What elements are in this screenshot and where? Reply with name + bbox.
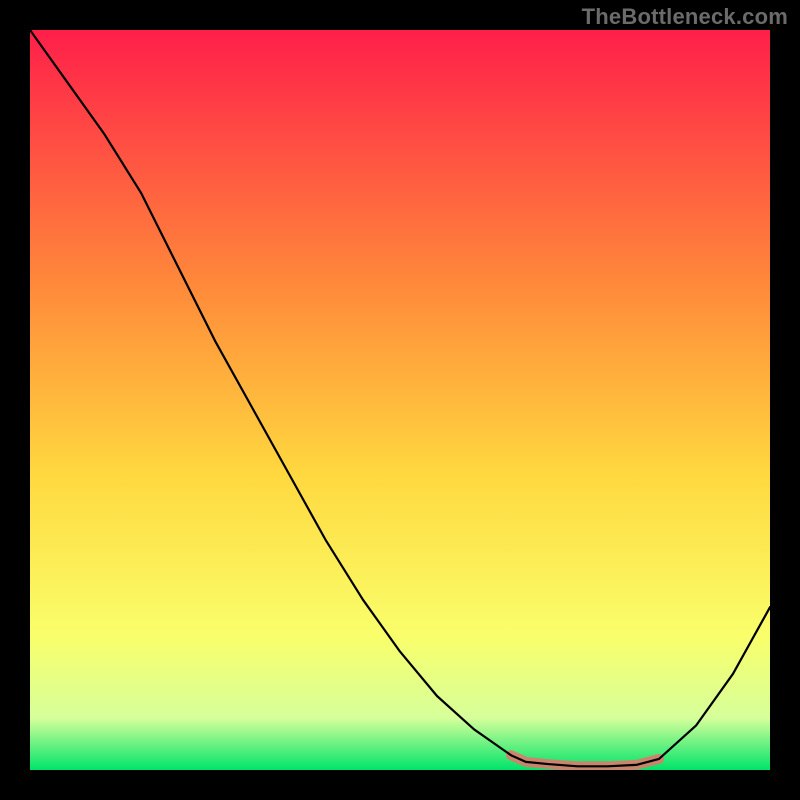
watermark-text: TheBottleneck.com (582, 4, 788, 30)
chart-frame: TheBottleneck.com (0, 0, 800, 800)
gradient-background (30, 30, 770, 770)
bottleneck-chart (30, 30, 770, 770)
plot-area (30, 30, 770, 770)
